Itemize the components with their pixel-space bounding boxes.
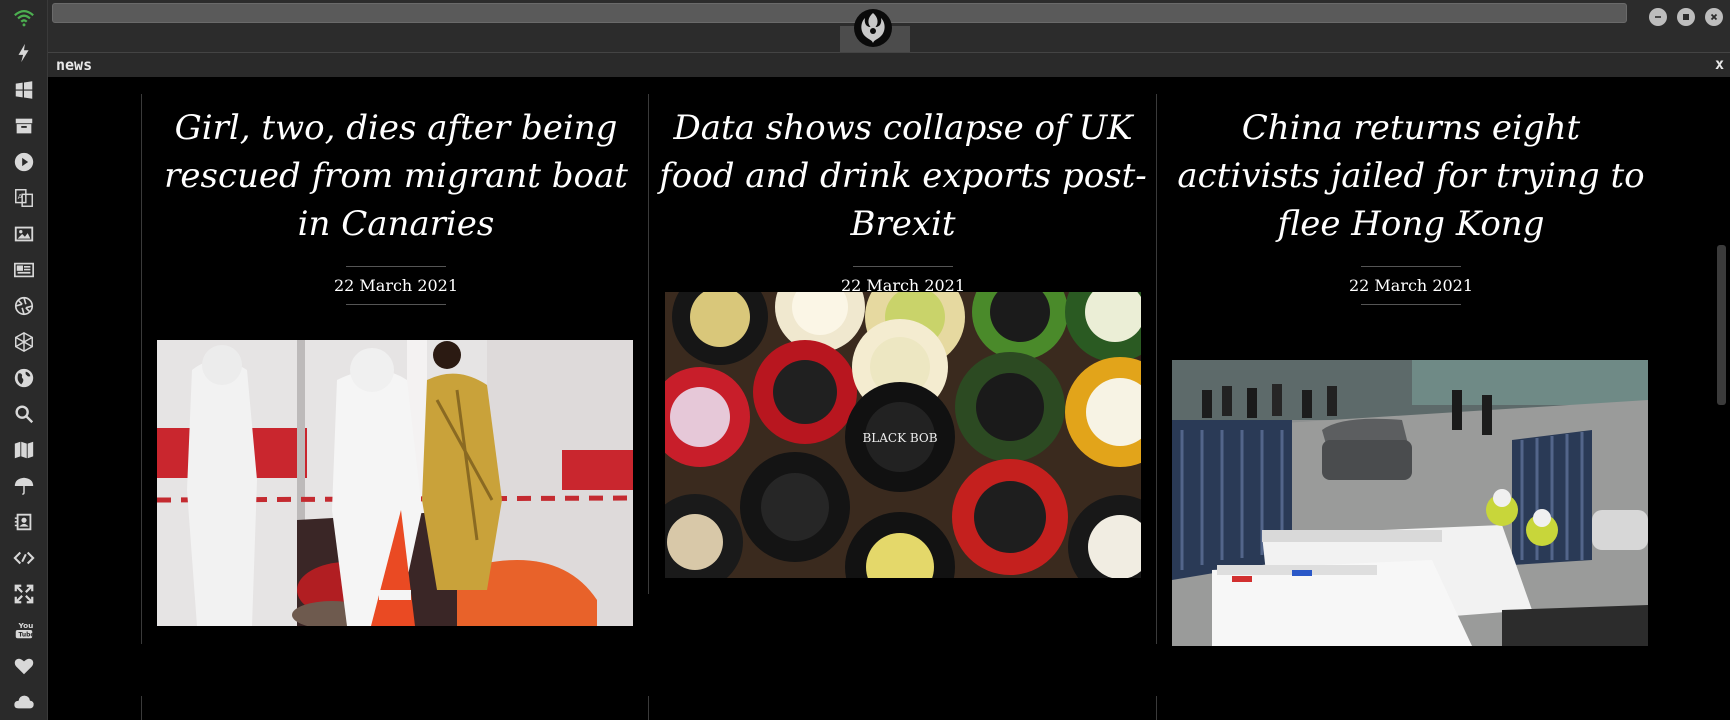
youtube-icon[interactable]: You Tube xyxy=(10,616,38,644)
cloud-icon[interactable] xyxy=(10,688,38,716)
code-icon[interactable] xyxy=(10,544,38,572)
heart-icon[interactable] xyxy=(10,652,38,680)
lightning-icon[interactable] xyxy=(10,39,38,67)
article-date: 22 March 2021 xyxy=(333,276,459,295)
scrollbar-thumb[interactable] xyxy=(1717,245,1726,405)
archive-icon[interactable] xyxy=(10,112,38,140)
umbrella-icon[interactable] xyxy=(10,472,38,500)
panel-header: news x xyxy=(48,52,1730,77)
article-card[interactable]: China returns eight activists jailed for… xyxy=(1157,104,1665,305)
article-date-box: 22 March 2021 xyxy=(334,266,458,305)
windows-icon[interactable] xyxy=(10,76,38,104)
wifi-icon[interactable] xyxy=(10,4,38,32)
translate-icon[interactable]: A xyxy=(10,184,38,212)
app-window: A You Tube news x Girl, two, dies after … xyxy=(0,0,1730,720)
article-headline[interactable]: Girl, two, dies after being rescued from… xyxy=(142,104,650,248)
maximize-button[interactable] xyxy=(1677,8,1695,26)
close-window-button[interactable] xyxy=(1705,8,1723,26)
article-headline[interactable]: Data shows collapse of UK food and drink… xyxy=(649,104,1157,248)
svg-text:BLACK BOB: BLACK BOB xyxy=(862,431,937,445)
left-sidebar: A You Tube xyxy=(0,0,48,720)
news-feed: Girl, two, dies after being rescued from… xyxy=(48,78,1730,720)
aperture-icon[interactable] xyxy=(10,292,38,320)
rescue-workers-photo[interactable] xyxy=(157,340,633,626)
globe-icon[interactable] xyxy=(10,364,38,392)
address-bar[interactable] xyxy=(52,3,1627,23)
article-card[interactable]: Girl, two, dies after being rescued from… xyxy=(142,104,650,305)
newspaper-icon[interactable] xyxy=(10,256,38,284)
map-icon[interactable] xyxy=(10,436,38,464)
cheese-wheels-photo[interactable]: BLACK BOB xyxy=(665,292,1141,578)
contacts-icon[interactable] xyxy=(10,508,38,536)
minimize-button[interactable] xyxy=(1649,8,1667,26)
search-icon[interactable] xyxy=(10,400,38,428)
panel-close-button[interactable]: x xyxy=(1715,55,1724,73)
expand-icon[interactable] xyxy=(10,580,38,608)
hexagon-icon[interactable] xyxy=(10,328,38,356)
article-date: 22 March 2021 xyxy=(1348,276,1474,295)
column-divider xyxy=(648,696,649,720)
top-bar xyxy=(48,0,1730,52)
rebel-alliance-logo-icon xyxy=(853,8,893,48)
article-date-box: 22 March 2021 xyxy=(1349,266,1473,305)
article-headline[interactable]: China returns eight activists jailed for… xyxy=(1157,104,1665,248)
svg-text:Tube: Tube xyxy=(19,631,35,638)
police-vans-photo[interactable] xyxy=(1172,360,1648,646)
vertical-scrollbar[interactable] xyxy=(1713,78,1730,720)
article-card[interactable]: Data shows collapse of UK food and drink… xyxy=(649,104,1157,305)
svg-text:You: You xyxy=(18,621,34,630)
column-divider xyxy=(141,696,142,720)
column-divider xyxy=(1156,696,1157,720)
svg-text:A: A xyxy=(18,192,23,201)
image-icon[interactable] xyxy=(10,220,38,248)
play-icon[interactable] xyxy=(10,148,38,176)
panel-title: news xyxy=(56,56,93,74)
